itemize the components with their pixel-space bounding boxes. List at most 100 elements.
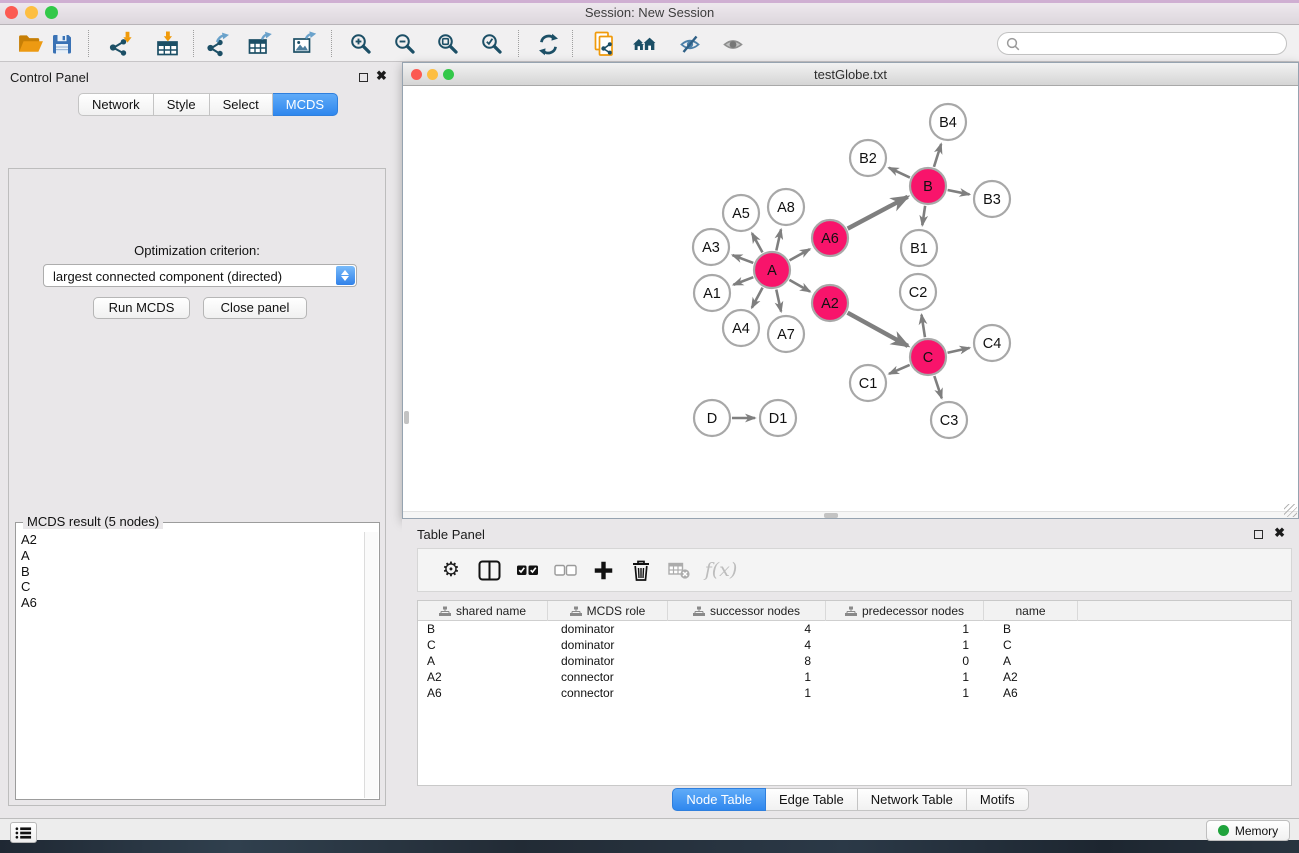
edge-A-A4[interactable] <box>752 288 763 308</box>
edge-A6-B[interactable] <box>848 197 908 229</box>
mcds-result-item[interactable]: A6 <box>17 595 364 611</box>
column-header-shared-name[interactable]: shared name <box>418 601 548 621</box>
edge-B-B2[interactable] <box>889 168 910 178</box>
tab-mcds[interactable]: MCDS <box>273 93 338 116</box>
tab-node-table[interactable]: Node Table <box>672 788 766 811</box>
table-row-b[interactable]: Bdominator41B <box>418 621 1291 637</box>
criterion-dropdown[interactable]: largest connected component (directed) <box>43 264 357 287</box>
edge-C-C3[interactable] <box>934 376 941 398</box>
mcds-result-title: MCDS result (5 nodes) <box>23 514 163 529</box>
table-row-a[interactable]: Adominator80A <box>418 653 1291 669</box>
edge-A-A6[interactable] <box>790 249 810 260</box>
zoom-fit-button[interactable] <box>433 29 463 59</box>
deselect-all-button[interactable] <box>546 554 584 586</box>
show-all-button[interactable] <box>718 29 748 59</box>
table-settings-button[interactable]: ⚙ <box>432 554 470 586</box>
split-view-icon <box>478 560 501 581</box>
network-vscroll-thumb[interactable] <box>404 411 409 424</box>
export-network-button[interactable] <box>203 29 233 59</box>
mcds-result-item[interactable]: A2 <box>17 532 364 548</box>
node-label-B: B <box>923 179 933 195</box>
mcds-result-item[interactable]: C <box>17 579 364 595</box>
result-scrollbar[interactable] <box>364 532 378 798</box>
network-hscroll-thumb[interactable] <box>824 513 838 518</box>
tab-edge-table[interactable]: Edge Table <box>766 788 858 811</box>
table-panel-title: Table Panel <box>417 527 485 542</box>
edge-A-A7[interactable] <box>776 290 781 312</box>
edge-A2-C[interactable] <box>848 313 908 346</box>
import-network-button[interactable] <box>105 29 135 59</box>
memory-button[interactable]: Memory <box>1206 820 1290 841</box>
table-panel-tabs: Node TableEdge TableNetwork TableMotifs <box>672 788 1028 811</box>
close-panel-icon[interactable]: ✖ <box>376 68 387 84</box>
tab-motifs[interactable]: Motifs <box>967 788 1029 811</box>
search-field[interactable] <box>997 32 1287 55</box>
edge-B-B1[interactable] <box>922 206 925 225</box>
tab-network-table[interactable]: Network Table <box>858 788 967 811</box>
import-table-button[interactable] <box>153 29 183 59</box>
app-title: Session: New Session <box>0 5 1299 20</box>
hide-selected-button[interactable] <box>675 29 705 59</box>
cell: 8 <box>668 653 826 669</box>
create-column-button[interactable] <box>584 554 622 586</box>
delete-table-button[interactable] <box>660 554 698 586</box>
float-table-panel-icon[interactable] <box>1254 530 1263 539</box>
node-label-C: C <box>923 350 933 366</box>
edge-B-B3[interactable] <box>948 190 970 194</box>
edge-A-A3[interactable] <box>733 255 754 263</box>
zoom-out-button[interactable] <box>390 29 420 59</box>
column-header-successor-nodes[interactable]: successor nodes <box>668 601 826 621</box>
edge-C-C4[interactable] <box>948 348 970 353</box>
edge-C-C1[interactable] <box>889 365 910 374</box>
first-neighbors-button[interactable] <box>630 29 660 59</box>
zoom-in-button[interactable] <box>346 29 376 59</box>
edge-A-A8[interactable] <box>776 229 781 250</box>
export-image-button[interactable] <box>290 29 320 59</box>
table-row-a2[interactable]: A2connector11A2 <box>418 669 1291 685</box>
new-network-from-selection-button[interactable] <box>590 29 620 59</box>
criterion-value: largest connected component (directed) <box>53 269 282 284</box>
close-table-panel-icon[interactable]: ✖ <box>1274 525 1285 541</box>
zoom-selected-button[interactable] <box>477 29 507 59</box>
network-hscroll[interactable] <box>403 511 1298 518</box>
mcds-result-item[interactable]: A <box>17 548 364 564</box>
table-row-c[interactable]: Cdominator41C <box>418 637 1291 653</box>
edge-A-A2[interactable] <box>789 280 810 292</box>
tab-style[interactable]: Style <box>154 93 210 116</box>
tab-network[interactable]: Network <box>78 93 154 116</box>
close-panel-button[interactable]: Close panel <box>203 297 307 319</box>
column-visibility-button[interactable] <box>470 554 508 586</box>
zoom-out-icon <box>393 32 417 56</box>
export-table-button[interactable] <box>245 29 275 59</box>
node-label-A8: A8 <box>777 200 795 216</box>
search-input[interactable] <box>1021 35 1286 53</box>
tab-select[interactable]: Select <box>210 93 273 116</box>
column-header-mcds-role[interactable]: MCDS role <box>548 601 668 621</box>
edge-C-C2[interactable] <box>921 315 924 338</box>
mcds-result-item[interactable]: B <box>17 564 364 580</box>
function-builder-button[interactable]: f(x) <box>698 554 744 586</box>
resize-grip-icon[interactable] <box>1284 504 1297 517</box>
edge-A-A1[interactable] <box>733 277 753 285</box>
task-history-button[interactable] <box>10 822 37 843</box>
delete-column-button[interactable] <box>622 554 660 586</box>
toolbar-separator <box>331 30 332 57</box>
select-all-icon <box>516 563 539 578</box>
column-header-predecessor-nodes[interactable]: predecessor nodes <box>826 601 984 621</box>
column-header-name[interactable]: name <box>984 601 1078 621</box>
cell: connector <box>548 685 668 701</box>
run-mcds-button[interactable]: Run MCDS <box>93 297 190 319</box>
toolbar-separator <box>88 30 89 57</box>
attribute-tree-icon <box>845 606 857 617</box>
network-graph: B4B2BB3A8A5A6A3B1AC2A1A2A4A7C4CC1DD1C3 <box>403 86 1298 511</box>
edge-B-B4[interactable] <box>934 144 941 167</box>
edge-A-A5[interactable] <box>752 233 762 252</box>
node-label-A6: A6 <box>821 231 839 247</box>
select-all-button[interactable] <box>508 554 546 586</box>
table-row-a6[interactable]: A6connector11A6 <box>418 685 1291 701</box>
network-canvas[interactable]: B4B2BB3A8A5A6A3B1AC2A1A2A4A7C4CC1DD1C3 <box>403 86 1298 511</box>
refresh-button[interactable] <box>533 29 563 59</box>
open-session-button[interactable] <box>15 29 45 59</box>
save-session-button[interactable] <box>47 29 77 59</box>
float-panel-icon[interactable] <box>359 73 368 82</box>
